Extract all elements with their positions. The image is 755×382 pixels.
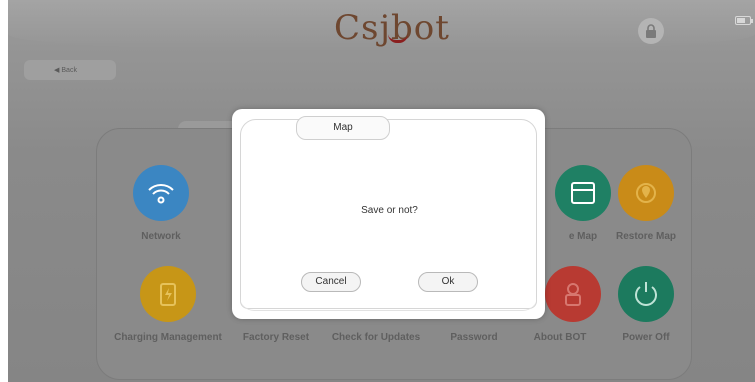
top-bar: Csjbot [8,0,755,52]
tile-charging[interactable]: Charging Management [108,266,228,343]
location-icon [618,165,674,221]
back-arrow-icon: ◀ [54,67,60,74]
lock-button[interactable] [638,18,664,44]
brand-logo: Csjbot [334,8,450,48]
dialog-frame: Map Save or not? Cancel Ok [240,116,537,309]
tile-restore-map-label: Restore Map [615,231,676,242]
battery-charge-icon [140,266,196,322]
dialog-bottom-curve [240,297,537,311]
lock-icon [646,24,656,38]
tile-restore-map[interactable]: Restore Map [586,165,706,242]
wifi-icon [133,165,189,221]
save-map-dialog: Map Save or not? Cancel Ok [232,109,545,319]
power-icon [618,266,674,322]
back-label: Back [61,66,77,74]
battery-icon [735,16,753,25]
dialog-title: Map [296,116,390,140]
tile-power-off[interactable]: Power Off [586,266,706,343]
tile-network-label: Network [141,231,181,242]
tile-charging-label: Charging Management [114,332,222,343]
ok-button[interactable]: Ok [418,272,478,292]
cancel-button[interactable]: Cancel [301,272,361,292]
dialog-message: Save or not? [361,205,418,216]
back-button[interactable]: ◀ Back [24,60,116,80]
tile-power-off-label: Power Off [622,332,670,343]
tile-network[interactable]: Network [101,165,221,242]
